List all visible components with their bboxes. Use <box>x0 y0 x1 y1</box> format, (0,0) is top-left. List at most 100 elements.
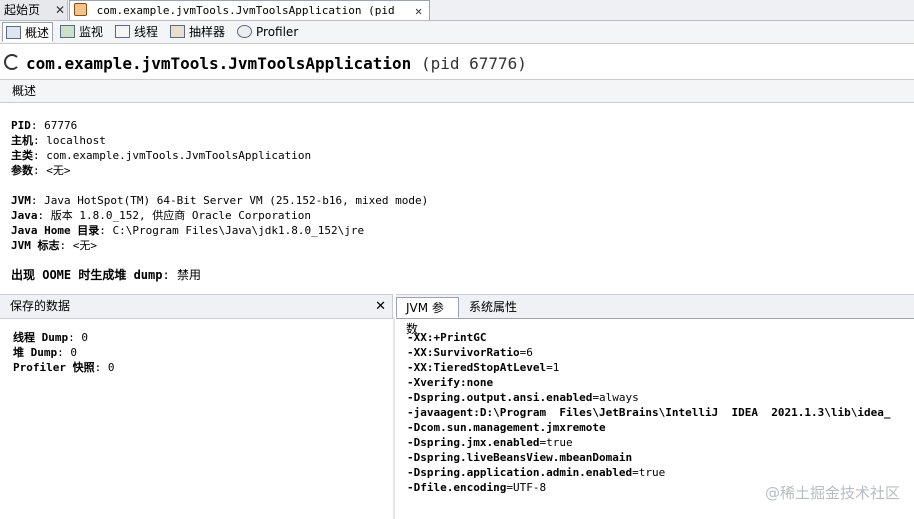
host-row: 主机: localhost <box>11 134 106 147</box>
field-value: Java HotSpot(TM) 64-Bit Server VM (25.15… <box>44 194 429 207</box>
jvm-arg-row: -Dspring.output.ansi.enabled=always <box>407 390 639 405</box>
jvm-arg-row: -Dcom.sun.management.jmxremote <box>407 420 606 435</box>
field-label: JVM <box>11 194 31 207</box>
arg-value: =always <box>592 391 639 404</box>
jvm-flags-row: JVM 标志: <无> <box>11 239 97 252</box>
monitor-icon <box>60 25 75 38</box>
field-value: C:\Program Files\Java\jdk1.8.0_152\jre <box>112 224 365 237</box>
jvm-arg-row: -javaagent:D:\Program Files\JetBrains\In… <box>407 405 914 420</box>
args-row: 参数: <无> <box>11 164 71 177</box>
sampler-icon <box>170 25 185 38</box>
field-label: Java Home 目录 <box>11 224 100 237</box>
overview-icon <box>6 26 21 39</box>
arg-value: =1 <box>546 361 560 374</box>
jvm-arg-row: -Dfile.encoding=UTF-8 <box>407 480 546 495</box>
jvm-arg-row: -Xverify:none <box>407 375 493 390</box>
field-value: 67776 <box>44 119 78 132</box>
field-value: <无> <box>72 239 97 252</box>
field-label: Profiler 快照 <box>13 361 95 374</box>
tab-label: Profiler <box>256 25 299 39</box>
arg-key: -Dspring.liveBeansView.mbeanDomain <box>407 451 633 464</box>
pid-row: PID: 67776 <box>11 119 78 132</box>
tab-system-properties[interactable]: 系统属性 <box>460 297 526 318</box>
document-tab-bar: 起始页 ✕ com.example.jvmTools.JvmToolsAppli… <box>0 0 914 37</box>
watermark: @稀土掘金技术社区 <box>764 484 900 502</box>
section-title: 概述 <box>12 84 37 98</box>
field-label: 堆 Dump <box>13 346 58 359</box>
field-label: Java <box>11 209 38 222</box>
view-tab-bar: 概述 监视 线程 抽样器 Profiler <box>0 21 914 44</box>
tab-label: 线程 <box>134 25 159 39</box>
arg-key: -Dfile.encoding <box>407 481 507 494</box>
tab-monitor[interactable]: 监视 <box>57 22 109 42</box>
page-title: com.example.jvmTools.JvmToolsApplication… <box>4 53 527 75</box>
field-label: 线程 Dump <box>13 331 69 344</box>
field-value: com.example.jvmTools.JvmToolsApplication <box>46 149 312 162</box>
jvm-arg-row: -Dspring.liveBeansView.mbeanDomain <box>407 450 632 465</box>
oome-row: 出现 OOME 时生成堆 dump: 禁用 <box>11 268 201 282</box>
arg-key: -Dspring.output.ansi.enabled <box>407 391 593 404</box>
tab-sampler[interactable]: 抽样器 <box>167 22 231 42</box>
tab-jvm-args[interactable]: JVM 参数 <box>396 297 459 336</box>
tab-label: 抽样器 <box>189 25 226 39</box>
arg-key: -Dspring.application.admin.enabled <box>407 466 633 479</box>
main-class-row: 主类: com.example.jvmTools.JvmToolsApplica… <box>11 149 312 162</box>
arg-value: =true <box>539 436 573 449</box>
arg-value: =true <box>632 466 666 479</box>
close-icon[interactable]: ✕ <box>55 0 65 20</box>
arg-key: -javaagent:D:\Program Files\JetBrains\In… <box>407 406 891 419</box>
profiler-snapshot-row: Profiler 快照: 0 <box>13 361 115 374</box>
tab-label: 起始页 <box>4 3 41 17</box>
pane-title: 保存的数据 <box>10 299 71 313</box>
thread-dump-row: 线程 Dump: 0 <box>13 331 88 344</box>
arg-key: -Dcom.sun.management.jmxremote <box>407 421 606 434</box>
jvm-arg-row: -XX:SurvivorRatio=6 <box>407 345 533 360</box>
java-row: Java: 版本 1.8.0_152, 供应商 Oracle Corporati… <box>11 209 312 222</box>
arg-key: -Dspring.jmx.enabled <box>407 436 540 449</box>
arg-value: =UTF-8 <box>506 481 547 494</box>
field-value: 0 <box>81 331 88 344</box>
app-name: com.example.jvmTools.JvmToolsApplication <box>26 54 412 73</box>
field-value: 0 <box>107 361 115 374</box>
field-label: JVM 标志 <box>11 239 60 252</box>
app-pid: (pid 67776) <box>420 54 527 73</box>
field-label: 主机 <box>11 134 33 147</box>
tab-overview[interactable]: 概述 <box>2 22 53 42</box>
field-value: localhost <box>46 134 106 147</box>
saved-data-pane-header: 保存的数据 ✕ <box>0 294 393 319</box>
loading-spinner-icon <box>4 54 20 70</box>
right-pane-tabs: JVM 参数 系统属性 <box>396 294 914 336</box>
tab-label: 概述 <box>25 26 50 40</box>
java-app-icon <box>74 3 87 16</box>
jvm-arg-row: -XX:+PrintGC <box>407 330 486 345</box>
close-icon[interactable]: ✕ <box>375 295 386 318</box>
tab-threads[interactable]: 线程 <box>112 22 164 42</box>
jvm-arg-row: -Dspring.application.admin.enabled=true <box>407 465 665 480</box>
field-value: <无> <box>46 164 71 177</box>
heap-dump-row: 堆 Dump: 0 <box>13 346 77 359</box>
field-value: 禁用 <box>176 268 201 282</box>
pane-divider[interactable] <box>393 317 395 519</box>
field-label: PID <box>11 119 31 132</box>
jvm-arg-row: -XX:TieredStopAtLevel=1 <box>407 360 559 375</box>
tab-label: 监视 <box>79 25 104 39</box>
field-label: 出现 OOME 时生成堆 dump <box>11 268 163 282</box>
tab-start-page[interactable]: 起始页 ✕ <box>0 0 68 20</box>
threads-icon <box>115 25 130 38</box>
arg-key: -XX:+PrintGC <box>407 331 487 344</box>
profiler-icon <box>237 25 252 38</box>
jvm-row: JVM: Java HotSpot(TM) 64-Bit Server VM (… <box>11 194 429 207</box>
jvm-arg-row: -Dspring.jmx.enabled=true <box>407 435 573 450</box>
tab-profiler[interactable]: Profiler <box>234 22 308 42</box>
arg-key: -Xverify:none <box>407 376 494 389</box>
arg-key: -XX:TieredStopAtLevel <box>407 361 547 374</box>
tab-application[interactable]: com.example.jvmTools.JvmToolsApplication… <box>69 0 430 37</box>
field-label: 主类 <box>11 149 33 162</box>
overview-section-header: 概述 <box>0 79 914 103</box>
java-home-row: Java Home 目录: C:\Program Files\Java\jdk1… <box>11 224 365 237</box>
close-icon[interactable]: ✕ <box>415 1 422 21</box>
arg-value: =6 <box>519 346 533 359</box>
arg-key: -XX:SurvivorRatio <box>407 346 520 359</box>
field-value: 0 <box>70 346 77 359</box>
field-value: 版本 1.8.0_152, 供应商 Oracle Corporation <box>50 209 312 222</box>
